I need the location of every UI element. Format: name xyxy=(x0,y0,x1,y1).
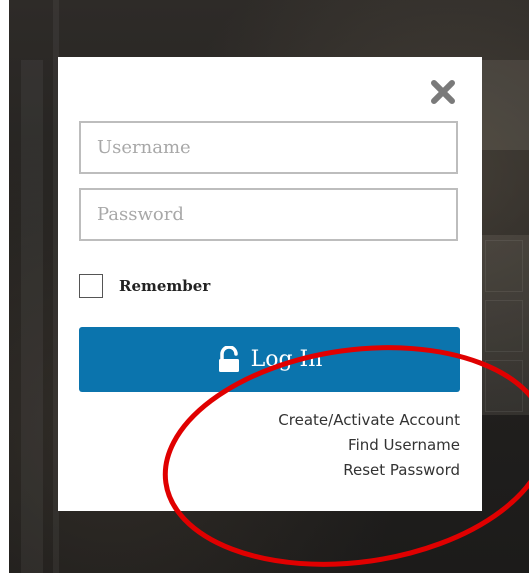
remember-checkbox[interactable] xyxy=(79,274,103,298)
reset-password-link[interactable]: Reset Password xyxy=(278,458,460,483)
log-in-button[interactable]: Log In xyxy=(79,327,460,392)
password-input[interactable] xyxy=(79,188,458,241)
close-x-icon xyxy=(431,80,455,104)
remember-label: Remember xyxy=(119,277,211,295)
close-button[interactable] xyxy=(430,79,456,105)
unlock-icon xyxy=(218,345,239,372)
log-in-label: Log In xyxy=(250,347,323,372)
remember-toggle[interactable]: Remember xyxy=(79,273,210,299)
page: Remember Log In Create/Activate Account … xyxy=(0,0,529,573)
username-input[interactable] xyxy=(79,121,458,174)
account-links: Create/Activate Account Find Username Re… xyxy=(278,408,460,483)
create-account-link[interactable]: Create/Activate Account xyxy=(278,408,460,433)
login-modal: Remember Log In Create/Activate Account … xyxy=(58,57,482,511)
find-username-link[interactable]: Find Username xyxy=(278,433,460,458)
